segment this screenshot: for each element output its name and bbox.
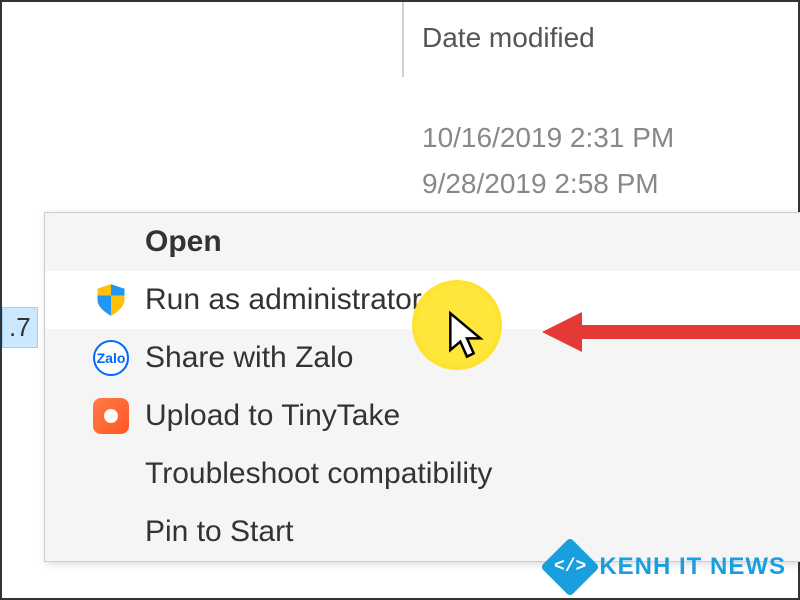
column-divider xyxy=(402,2,404,77)
watermark-logo-icon: </> xyxy=(541,537,600,596)
cursor-icon xyxy=(447,310,487,365)
menu-item-label: Pin to Start xyxy=(145,515,293,549)
shield-icon xyxy=(93,282,129,318)
selected-file-fragment[interactable]: .7 xyxy=(2,307,38,348)
zalo-icon: Zalo xyxy=(93,340,129,376)
menu-item-upload-tinytake[interactable]: Upload to TinyTake xyxy=(45,387,800,445)
date-values-list: 10/16/2019 2:31 PM 9/28/2019 2:58 PM xyxy=(422,117,674,209)
menu-item-troubleshoot-compatibility[interactable]: Troubleshoot compatibility xyxy=(45,445,800,503)
column-header-date-modified[interactable]: Date modified xyxy=(422,22,595,54)
menu-item-label: Open xyxy=(145,225,222,259)
date-value: 9/28/2019 2:58 PM xyxy=(422,163,674,205)
menu-item-label: Share with Zalo xyxy=(145,341,353,375)
watermark: </> KENH IT NEWS xyxy=(549,546,786,588)
context-menu: Open Run as administrator Zalo Share wit… xyxy=(44,212,800,562)
date-value: 10/16/2019 2:31 PM xyxy=(422,117,674,159)
menu-item-open[interactable]: Open xyxy=(45,213,800,271)
menu-item-label: Upload to TinyTake xyxy=(145,399,400,433)
tinytake-icon xyxy=(93,398,129,434)
watermark-text: KENH IT NEWS xyxy=(599,553,786,581)
red-arrow-annotation xyxy=(542,307,800,362)
menu-item-label: Run as administrator xyxy=(145,283,422,317)
menu-item-label: Troubleshoot compatibility xyxy=(145,457,492,491)
